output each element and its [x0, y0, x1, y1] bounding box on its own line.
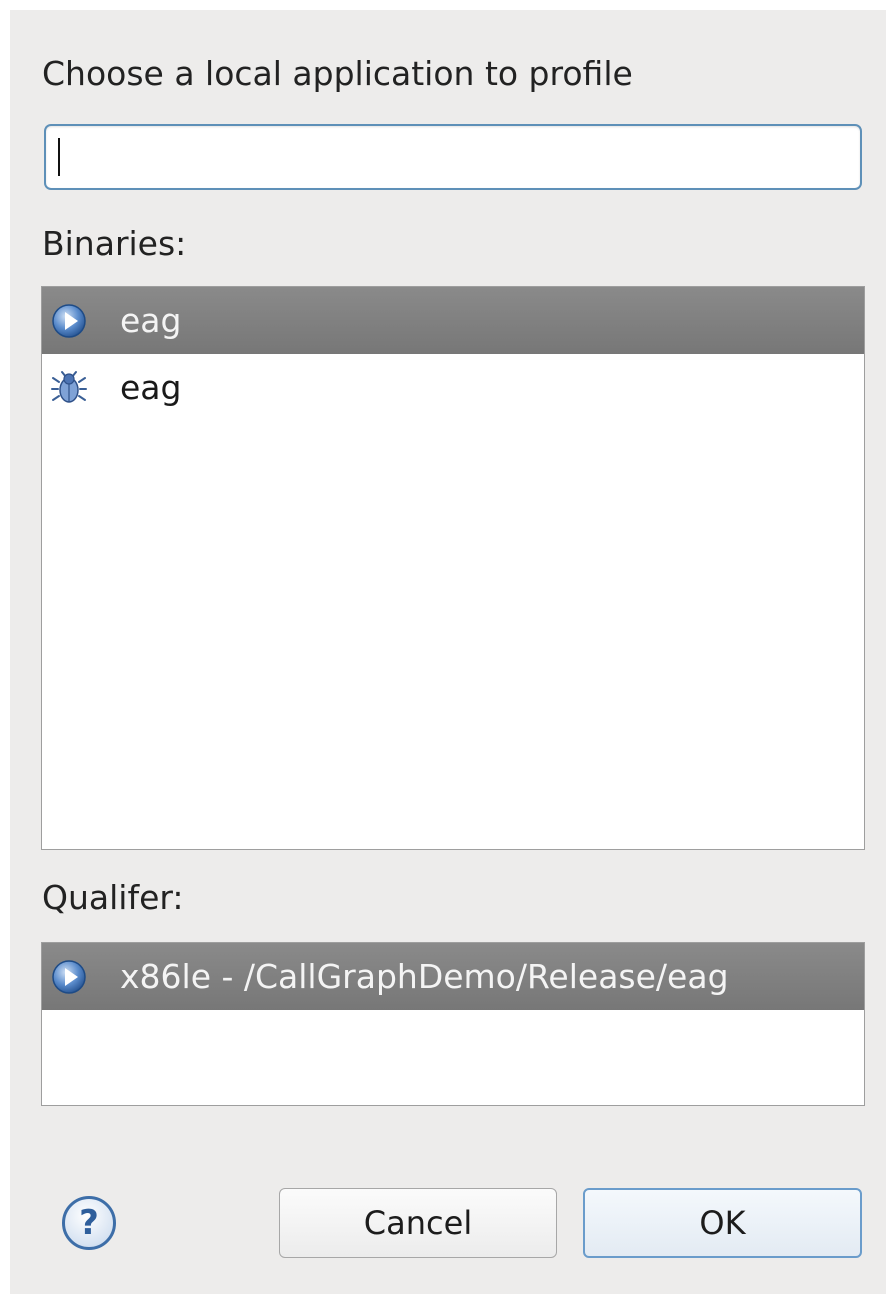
qualifier-label: Qualifer:	[42, 878, 184, 917]
run-icon	[52, 960, 86, 994]
debug-bug-icon	[51, 371, 87, 403]
qualifier-list[interactable]: x86le - /CallGraphDemo/Release/eag	[41, 942, 865, 1106]
binary-item-label: eag	[120, 301, 182, 340]
filter-input[interactable]	[46, 126, 860, 188]
dialog-heading: Choose a local application to profile	[42, 54, 633, 93]
qualifier-item[interactable]: x86le - /CallGraphDemo/Release/eag	[42, 943, 864, 1010]
binaries-list[interactable]: eag eag	[41, 286, 865, 850]
binary-item-label: eag	[120, 368, 182, 407]
qualifier-item-label: x86le - /CallGraphDemo/Release/eag	[120, 957, 729, 996]
run-icon	[52, 304, 86, 338]
filter-field[interactable]	[44, 124, 862, 190]
ok-button[interactable]: OK	[583, 1188, 862, 1258]
binaries-label: Binaries:	[42, 224, 187, 263]
choose-application-dialog: Choose a local application to profile Bi…	[10, 10, 886, 1294]
text-caret	[58, 138, 60, 176]
help-icon[interactable]: ?	[62, 1196, 116, 1250]
binary-item[interactable]: eag	[42, 287, 864, 354]
binary-item[interactable]: eag	[42, 354, 864, 421]
cancel-button[interactable]: Cancel	[279, 1188, 557, 1258]
